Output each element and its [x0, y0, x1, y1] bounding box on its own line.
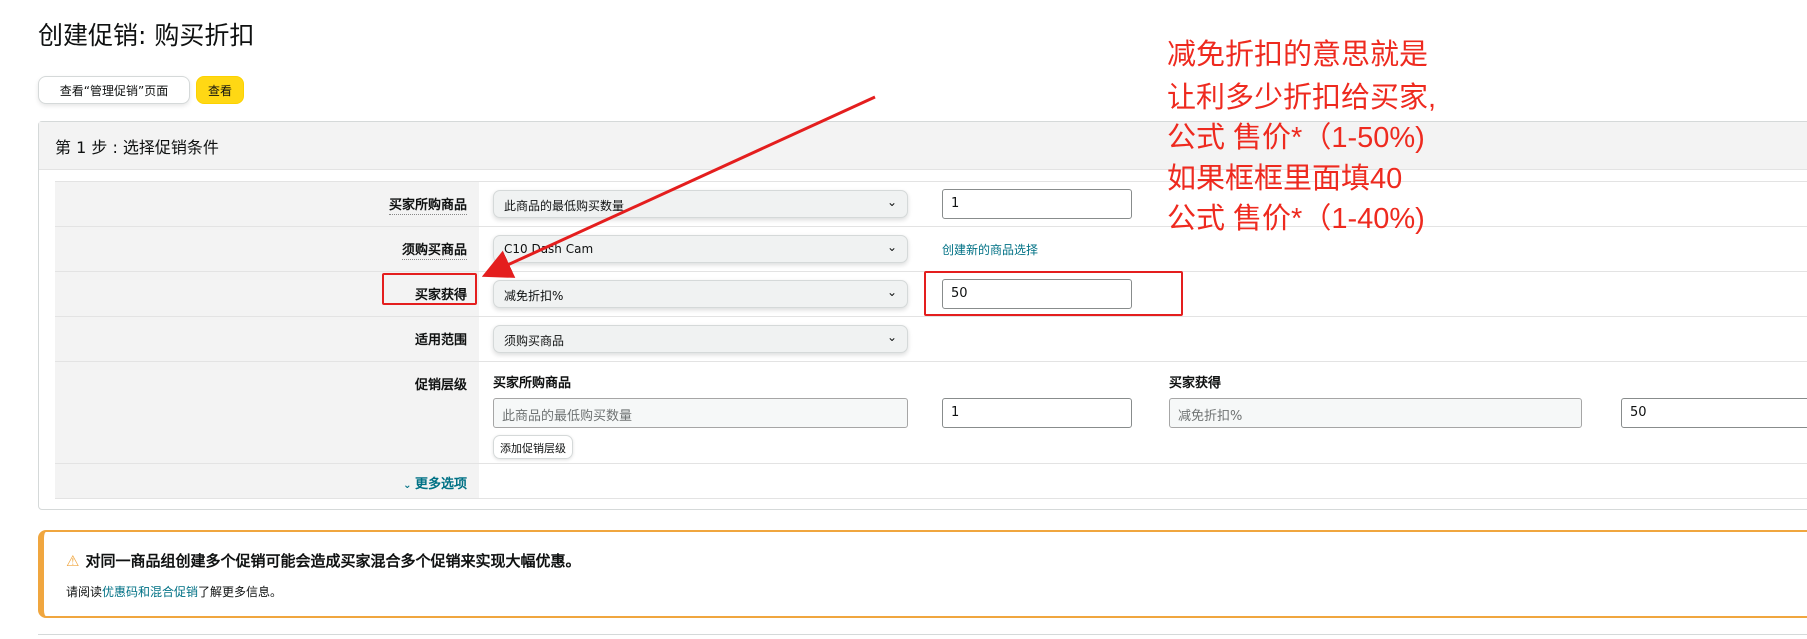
- annotation-line: 如果框框里面填40: [1167, 163, 1403, 195]
- annotation-line: 让利多少折扣给买家,: [1167, 82, 1437, 114]
- annotation-line: 减免折扣的意思就是: [1167, 39, 1429, 71]
- annotation-arrow-icon: [481, 95, 876, 278]
- annotation-line: 公式 售价*（1-40%): [1167, 203, 1425, 235]
- annotation-line: 公式 售价*（1-50%): [1167, 122, 1425, 154]
